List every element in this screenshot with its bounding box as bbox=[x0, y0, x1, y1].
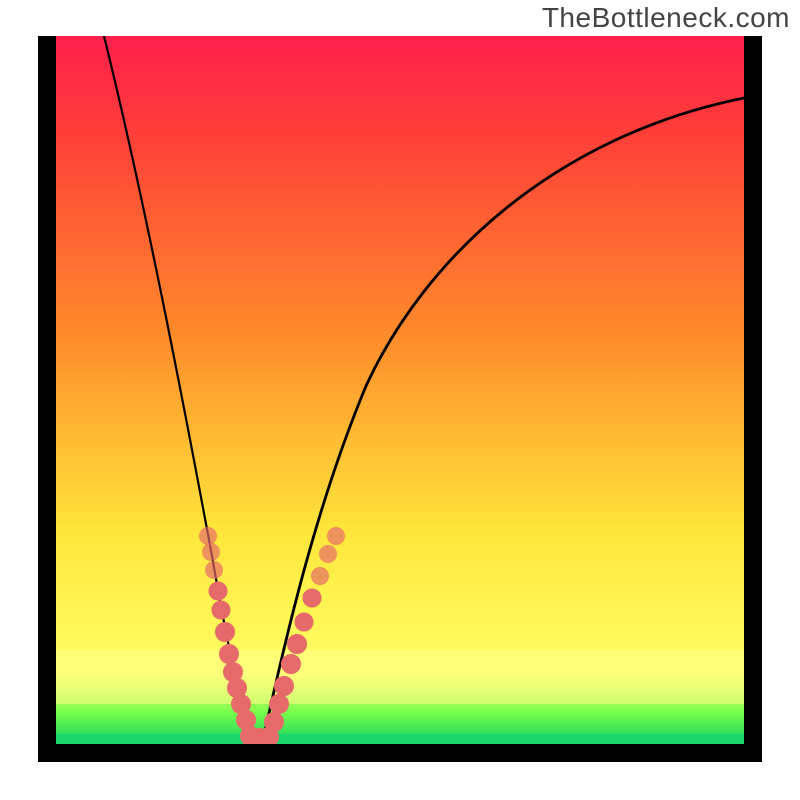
plot-svg bbox=[56, 36, 744, 744]
green-bottom-strip bbox=[56, 734, 744, 744]
watermark-text: TheBottleneck.com bbox=[542, 2, 790, 34]
plot-body bbox=[56, 36, 744, 744]
yellow-band bbox=[56, 650, 744, 704]
figure: TheBottleneck.com bbox=[0, 0, 800, 800]
chart-area bbox=[0, 0, 800, 800]
plot-background bbox=[56, 36, 744, 744]
